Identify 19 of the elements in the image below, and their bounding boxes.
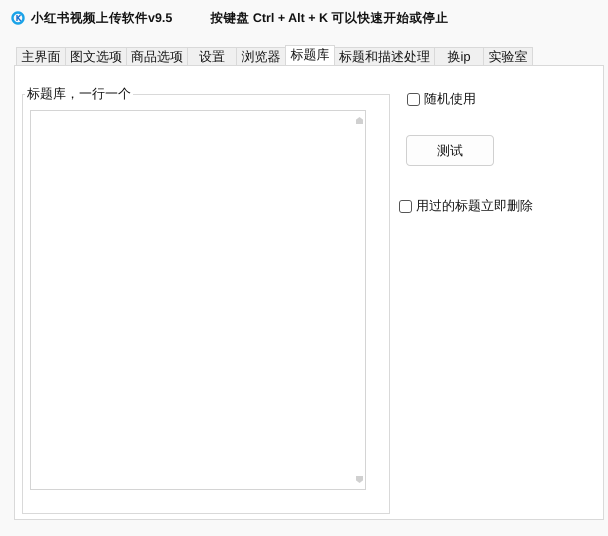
tab[interactable]: 图文选项 [65, 47, 127, 65]
tab[interactable]: 换ip [434, 47, 484, 65]
text-area[interactable] [30, 110, 366, 490]
tab[interactable]: 实验室 [483, 47, 533, 65]
shortcut-hint: 按键盘 Ctrl + Alt + K 可以快速开始或停止 [210, 10, 449, 26]
group-label: 标题库，一行一个 [25, 86, 133, 102]
scroll-up-icon[interactable] [356, 117, 363, 124]
tab[interactable]: 标题和描述处理 [334, 47, 435, 65]
tab[interactable]: 设置 [187, 47, 237, 65]
tab[interactable]: 标题库 [285, 45, 335, 65]
tab[interactable]: 浏览器 [236, 47, 286, 65]
window-title: 小红书视频上传软件v9.5 [31, 10, 172, 26]
tab[interactable]: 商品选项 [126, 47, 188, 65]
checkbox[interactable]: 随机使用 [407, 91, 476, 107]
checkbox[interactable]: 用过的标题立即删除 [399, 198, 533, 214]
tab[interactable]: 主界面 [16, 47, 66, 65]
logo-icon [11, 11, 25, 25]
scroll-down-icon[interactable] [356, 476, 363, 483]
test-button[interactable]: 测试 [406, 135, 494, 166]
